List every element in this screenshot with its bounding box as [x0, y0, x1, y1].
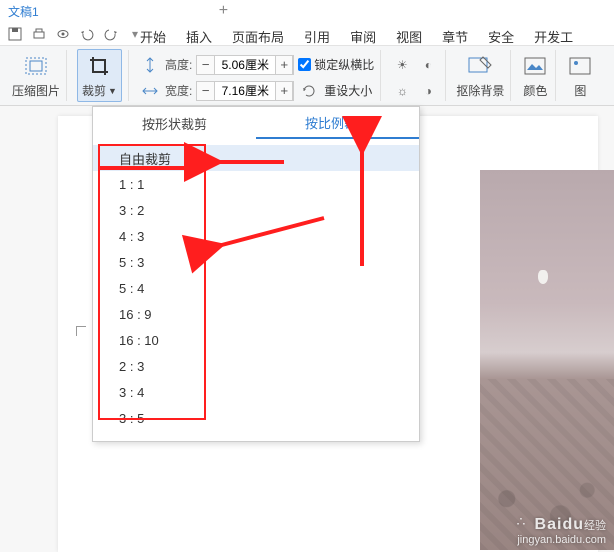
- reset-size-label[interactable]: 重设大小: [324, 82, 372, 99]
- tab-insert[interactable]: 插入: [186, 27, 212, 46]
- tab-review[interactable]: 审阅: [350, 27, 376, 46]
- lock-ratio-label: 锁定纵横比: [314, 56, 374, 73]
- ratio-3-4[interactable]: 3 : 4: [93, 379, 419, 405]
- group-pic: 图: [560, 50, 600, 101]
- tab-section[interactable]: 章节: [442, 27, 468, 46]
- watermark-sub: 经验: [584, 520, 606, 532]
- remove-bg-label: 抠除背景: [456, 82, 504, 99]
- ribbon-tabs: 开始 插入 页面布局 引用 审阅 视图 章节 安全 开发工: [140, 24, 573, 46]
- crop-label: 裁剪: [82, 82, 106, 99]
- undo-icon[interactable]: [78, 25, 96, 43]
- selected-image[interactable]: [480, 170, 614, 550]
- crop-tab-shape[interactable]: 按形状裁剪: [93, 107, 256, 139]
- height-input[interactable]: [215, 56, 275, 74]
- margin-mark-icon: [76, 326, 86, 336]
- group-color: 颜色: [515, 50, 556, 101]
- pic-button[interactable]: 图: [566, 52, 594, 99]
- ratio-free[interactable]: 自由裁剪: [93, 145, 419, 171]
- width-spinner[interactable]: − +: [196, 81, 294, 101]
- tab-start[interactable]: 开始: [140, 27, 166, 46]
- crop-dropdown: 按形状裁剪 按比例裁剪 自由裁剪 1 : 1 3 : 2 4 : 3 5 : 3…: [92, 106, 420, 442]
- group-crop: 裁剪▼: [71, 50, 129, 101]
- preview-icon[interactable]: [54, 25, 72, 43]
- group-size: 高度: − + 锁定纵横比 宽度: − + 重设大小: [133, 50, 381, 101]
- height-icon: [139, 54, 161, 76]
- group-compress: 压缩图片: [6, 50, 67, 101]
- color-label: 颜色: [523, 82, 547, 99]
- chevron-down-icon: ▼: [108, 86, 117, 96]
- redo-icon[interactable]: [102, 25, 120, 43]
- ratio-16-9[interactable]: 16 : 9: [93, 301, 419, 327]
- color-button[interactable]: 颜色: [521, 52, 549, 99]
- pic-icon: [566, 52, 594, 80]
- tab-reference[interactable]: 引用: [304, 27, 330, 46]
- watermark-url: jingyan.baidu.com: [517, 534, 606, 546]
- title-bar: 文稿1 +: [0, 0, 614, 22]
- compress-label: 压缩图片: [12, 82, 60, 99]
- ratio-list: 自由裁剪 1 : 1 3 : 2 4 : 3 5 : 3 5 : 4 16 : …: [93, 139, 419, 441]
- color-icon: [521, 52, 549, 80]
- ratio-16-10[interactable]: 16 : 10: [93, 327, 419, 353]
- tab-developer[interactable]: 开发工: [534, 27, 573, 46]
- lock-ratio-input[interactable]: [298, 58, 311, 71]
- save-icon[interactable]: [6, 25, 24, 43]
- group-adjust: ☀ ◐ ☼ ◑: [385, 50, 446, 101]
- width-plus[interactable]: +: [275, 82, 293, 100]
- print-icon[interactable]: [30, 25, 48, 43]
- new-tab-plus[interactable]: +: [219, 2, 228, 20]
- height-label: 高度:: [165, 56, 192, 73]
- pic-label: 图: [574, 82, 586, 99]
- document-title: 文稿1: [8, 3, 39, 20]
- ratio-3-5[interactable]: 3 : 5: [93, 405, 419, 431]
- ratio-4-3[interactable]: 4 : 3: [93, 223, 419, 249]
- height-minus[interactable]: −: [197, 56, 215, 74]
- tab-layout[interactable]: 页面布局: [232, 27, 284, 46]
- ratio-5-4[interactable]: 5 : 4: [93, 275, 419, 301]
- ratio-3-2[interactable]: 3 : 2: [93, 197, 419, 223]
- tab-security[interactable]: 安全: [488, 27, 514, 46]
- brightness-up-icon[interactable]: ☀: [391, 54, 413, 76]
- crop-tab-ratio[interactable]: 按比例裁剪: [256, 107, 419, 139]
- height-spinner[interactable]: − +: [196, 55, 294, 75]
- compress-button[interactable]: 压缩图片: [12, 52, 60, 99]
- tab-view[interactable]: 视图: [396, 27, 422, 46]
- contrast-up-icon[interactable]: ◐: [417, 54, 439, 76]
- width-icon: [139, 80, 161, 102]
- group-bg: 抠除背景: [450, 50, 511, 101]
- height-plus[interactable]: +: [275, 56, 293, 74]
- width-label: 宽度:: [165, 82, 192, 99]
- lock-ratio-checkbox[interactable]: 锁定纵横比: [298, 56, 374, 73]
- crop-button[interactable]: 裁剪▼: [77, 49, 122, 102]
- brightness-down-icon[interactable]: ☼: [391, 80, 413, 102]
- ribbon: 压缩图片 裁剪▼ 高度: − + 锁定纵横比 宽度: − +: [0, 46, 614, 106]
- crop-icon: [85, 52, 113, 80]
- remove-bg-button[interactable]: 抠除背景: [456, 52, 504, 99]
- crop-tabs: 按形状裁剪 按比例裁剪: [93, 107, 419, 139]
- width-input[interactable]: [215, 82, 275, 100]
- compress-icon: [22, 52, 50, 80]
- contrast-down-icon[interactable]: ◑: [417, 80, 439, 102]
- watermark: Baidu经验 jingyan.baidu.com: [517, 515, 606, 546]
- image-detail: [538, 270, 548, 284]
- ratio-2-3[interactable]: 2 : 3: [93, 353, 419, 379]
- watermark-brand: Baidu: [535, 516, 584, 533]
- ratio-5-3[interactable]: 5 : 3: [93, 249, 419, 275]
- remove-bg-icon: [466, 52, 494, 80]
- paw-icon: [517, 515, 535, 529]
- reset-size-icon[interactable]: [298, 80, 320, 102]
- ratio-1-1[interactable]: 1 : 1: [93, 171, 419, 197]
- width-minus[interactable]: −: [197, 82, 215, 100]
